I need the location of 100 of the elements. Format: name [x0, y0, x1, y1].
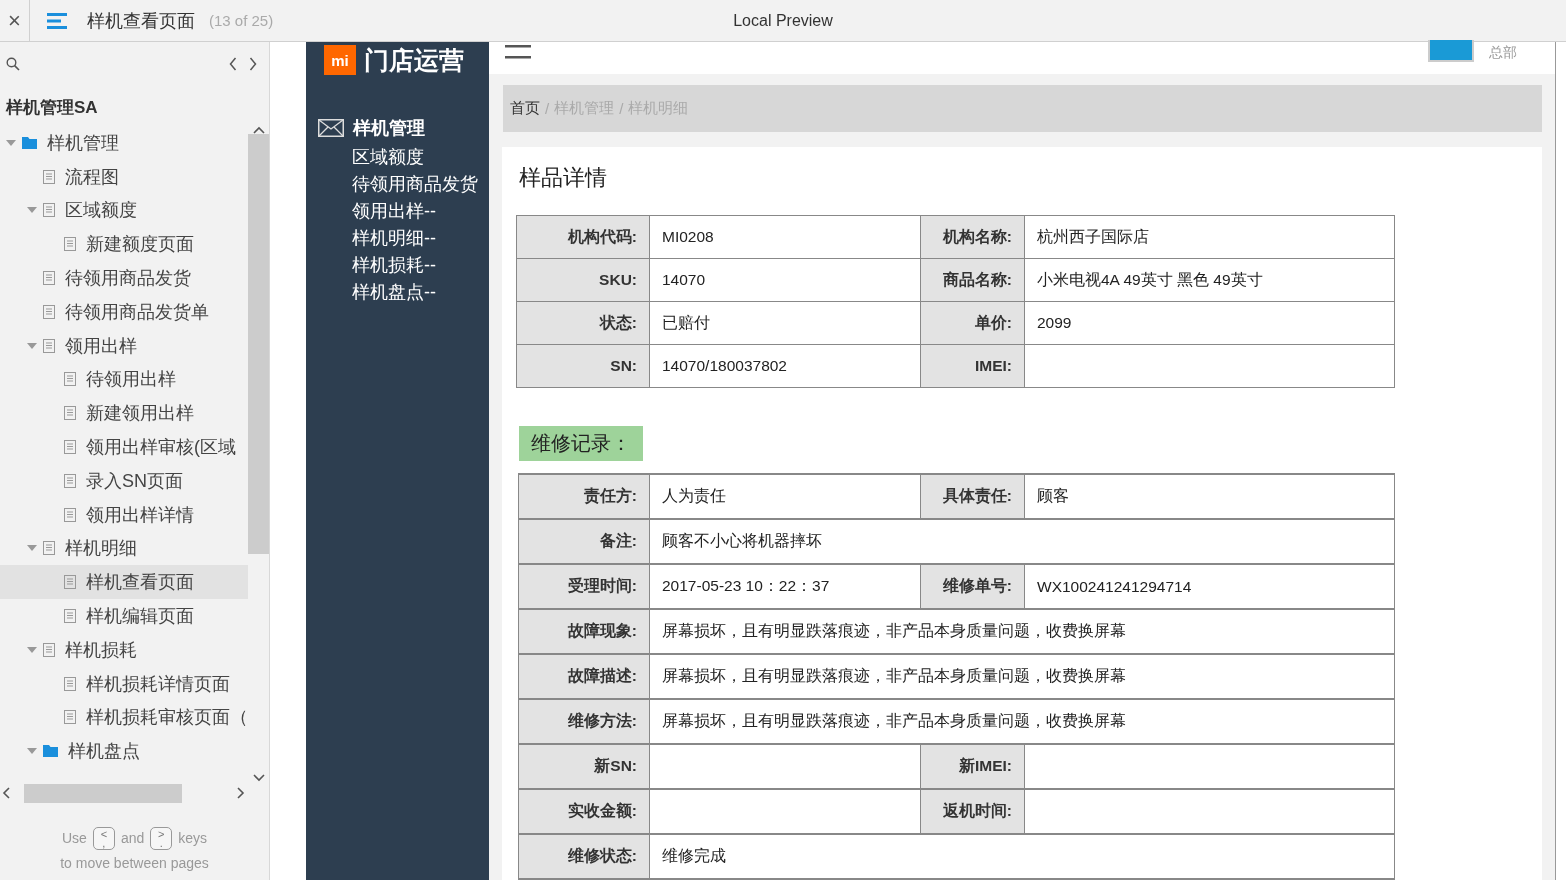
field-label: 具体责任: [920, 474, 1025, 519]
page-icon [43, 203, 55, 218]
project-title: 样机管理SA [5, 97, 99, 119]
field-value: 已赔付 [649, 301, 921, 345]
page-icon [64, 609, 76, 624]
tree-item[interactable]: 样机查看页面 [0, 565, 248, 600]
hint-text: Use [61, 829, 87, 848]
menu-button[interactable] [505, 45, 531, 59]
menu-item[interactable]: 样机盘点-- [352, 279, 489, 306]
field-value: 2017-05-23 10：22：37 [649, 564, 921, 609]
field-label: 故障现象: [518, 609, 650, 654]
breadcrumb-link[interactable]: 首页 [510, 99, 540, 118]
menu-title: 样机管理 [353, 117, 425, 140]
page-icon [64, 237, 76, 252]
scroll-up-icon [252, 126, 265, 134]
scroll-right-icon [237, 787, 245, 799]
field-value: 14070 [649, 258, 921, 302]
tree-item[interactable]: 区域额度 [0, 193, 248, 228]
keyboard-key: < , [92, 827, 115, 850]
field-value: 屏幕损坏，且有明显跌落痕迹，非产品本身质量问题，收费换屏幕 [649, 699, 1395, 744]
field-label: 机构名称: [920, 215, 1025, 259]
field-label: 维修状态: [518, 834, 650, 879]
tree-item[interactable]: 新建领用出样 [0, 396, 248, 431]
breadcrumb-separator: / [545, 100, 550, 117]
field-value: 杭州西子国际店 [1024, 215, 1395, 259]
menu-item[interactable]: 待领用商品发货 [352, 171, 489, 198]
field-label: SN: [516, 344, 650, 388]
tree-item[interactable]: 样机损耗 [0, 632, 248, 667]
menu-button[interactable] [47, 11, 69, 30]
section-heading: 维修记录： [519, 426, 643, 461]
field-value: MI0208 [649, 215, 921, 259]
tree-item[interactable]: 新建额度页面 [0, 227, 248, 262]
field-label: 受理时间: [518, 564, 650, 609]
breadcrumb-separator: / [619, 100, 624, 117]
page-icon [43, 271, 55, 286]
page-icon [64, 676, 76, 691]
tree-item[interactable]: 流程图 [0, 159, 248, 194]
field-label: 实收金额: [518, 789, 650, 834]
page-icon [64, 473, 76, 488]
tree-item[interactable]: 待领用出样 [0, 362, 248, 397]
field-label: 故障描述: [518, 654, 650, 699]
field-value: 小米电视4A 49英寸 黑色 49英寸 [1024, 258, 1395, 302]
tree-item[interactable]: 样机管理 [0, 126, 248, 160]
page-title: 样机查看页面 [87, 9, 195, 33]
field-label: 机构代码: [516, 215, 650, 259]
field-value: 顾客 [1024, 474, 1395, 519]
page-icon [43, 541, 55, 556]
page-icon [64, 440, 76, 455]
field-label: 状态: [516, 301, 650, 345]
field-label: SKU: [516, 258, 650, 302]
chevron-right-icon [249, 57, 257, 71]
tree-item[interactable]: 待领用商品发货 [0, 261, 248, 295]
page-icon [64, 710, 76, 725]
tree-item[interactable]: 样机明细 [0, 531, 248, 566]
field-label: 返机时间: [920, 789, 1025, 834]
menu-item[interactable]: 区域额度 [352, 144, 489, 171]
logo-mark: mi [324, 45, 356, 75]
page-icon [64, 575, 76, 590]
tree-item[interactable]: 样机损耗详情页面 [0, 666, 248, 701]
menu-item[interactable]: 领用出样-- [352, 198, 489, 225]
scrollbar-thumb[interactable] [248, 134, 269, 554]
tree-item[interactable]: 录入SN页面 [0, 463, 248, 498]
hint-text: to move between pages [59, 854, 210, 873]
page-icon [64, 406, 76, 421]
tree-item[interactable]: 待领用商品发货单 [0, 295, 248, 329]
field-label: 新IMEI: [920, 744, 1025, 789]
field-label: 单价: [920, 301, 1025, 345]
menu-item[interactable]: 样机明细-- [352, 225, 489, 252]
page-icon [43, 642, 55, 657]
tree-item[interactable]: 领用出样 [0, 328, 248, 363]
page-count: (13 of 25) [209, 12, 274, 29]
scroll-down-icon [252, 774, 265, 782]
field-label: IMEI: [920, 344, 1025, 388]
tree-item[interactable]: 领用出样审核(区域 [0, 430, 248, 464]
tree-item[interactable]: 样机损耗审核页面（ [0, 700, 248, 735]
folder-icon [22, 136, 37, 149]
field-value: 屏幕损坏，且有明显跌落痕迹，非产品本身质量问题，收费换屏幕 [649, 609, 1395, 654]
page-icon [43, 338, 55, 353]
folder-icon [43, 745, 58, 758]
field-label: 维修方法: [518, 699, 650, 744]
user-label: 总部 [1489, 44, 1517, 62]
keyboard-key: > . [150, 827, 173, 850]
hint-text: and [120, 829, 145, 848]
logo-text: 门店运营 [364, 44, 464, 76]
field-label: 备注: [518, 519, 650, 564]
tree-item[interactable]: 领用出样详情 [0, 497, 248, 532]
scrollbar-thumb[interactable] [24, 784, 182, 803]
tree-item[interactable]: 样机编辑页面 [0, 599, 248, 633]
search-icon [6, 57, 20, 71]
field-value: 维修完成 [649, 834, 1395, 879]
envelope-icon [318, 119, 344, 137]
scroll-left-icon [2, 787, 10, 799]
field-value: 14070/180037802 [649, 344, 921, 388]
menu-item[interactable]: 样机损耗-- [352, 252, 489, 279]
window-title: Local Preview [733, 11, 833, 29]
page-icon [43, 304, 55, 319]
field-label: 维修单号: [920, 564, 1025, 609]
page-icon [43, 169, 55, 184]
close-button[interactable]: × [0, 0, 30, 42]
tree-item[interactable]: 样机盘点 [0, 734, 248, 769]
